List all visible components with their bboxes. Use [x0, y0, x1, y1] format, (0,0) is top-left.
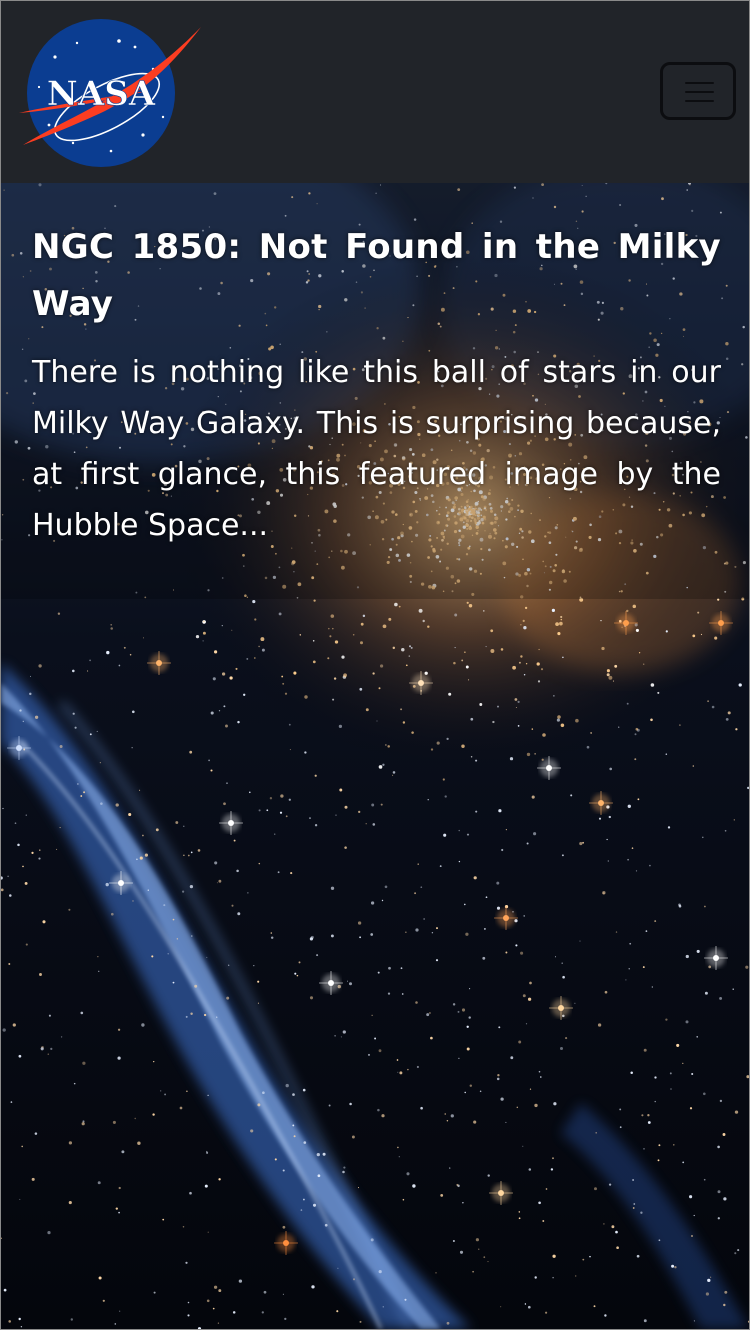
hamburger-menu-icon [685, 82, 714, 102]
article-caption: NGC 1850: Not Found in the Milky Way The… [32, 219, 721, 551]
navbar-toggler-button[interactable] [660, 62, 736, 120]
nasa-logo-text: NASA [47, 74, 156, 114]
navbar: NASA [1, 1, 749, 183]
page: NASA NGC 1850: Not Found in the Milky Wa… [0, 0, 750, 1330]
nasa-logo[interactable]: NASA [15, 17, 203, 169]
article-title[interactable]: NGC 1850: Not Found in the Milky Way [32, 219, 721, 333]
article-summary: There is nothing like this ball of stars… [32, 355, 721, 543]
nasa-meatball-icon: NASA [19, 19, 201, 167]
featured-image-hero[interactable]: NGC 1850: Not Found in the Milky Way The… [1, 183, 749, 1329]
